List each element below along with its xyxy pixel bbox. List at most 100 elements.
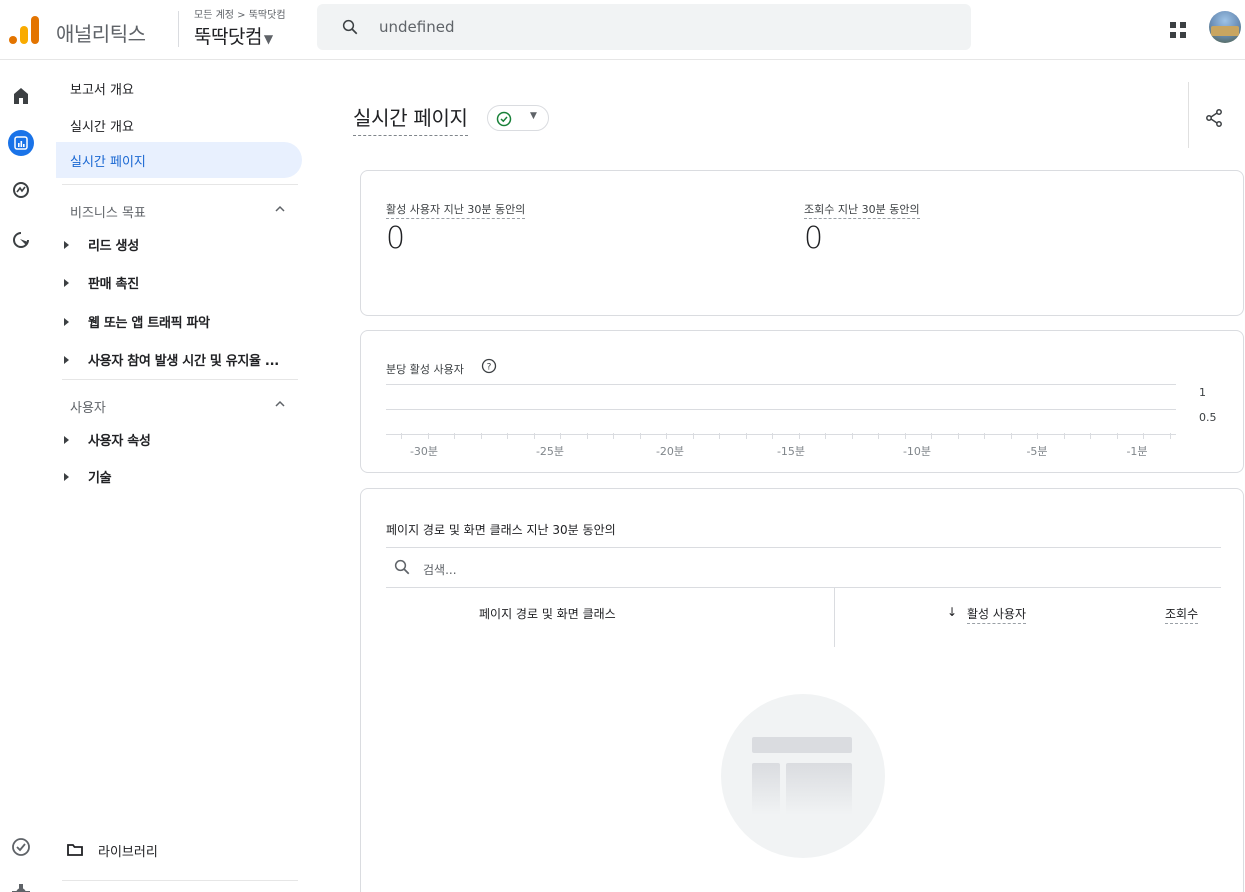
column-header-views[interactable]: 조회수: [1165, 605, 1199, 624]
icon-rail: [0, 60, 42, 892]
chevron-up-icon[interactable]: [274, 203, 286, 215]
x-axis-tick-mark: [560, 433, 561, 439]
account-breadcrumb[interactable]: 모든 계정 > 뚝딱닷컴: [194, 6, 286, 21]
x-axis-tick-mark: [692, 433, 694, 439]
gridline: [386, 409, 1176, 410]
metrics-card: 활성 사용자 지난 30분 동안의 0 조회수 지난 30분 동안의 0: [360, 170, 1244, 316]
settings-icon[interactable]: [8, 880, 34, 892]
section-user[interactable]: 사용자: [70, 397, 106, 416]
chart-title: 분당 활성 사용자: [386, 363, 464, 376]
x-axis-tick-mark: [825, 433, 826, 439]
x-axis-tick-mark: [745, 433, 747, 439]
x-axis-tick-mark: [984, 433, 985, 439]
caret-down-icon: ▼: [263, 32, 273, 46]
explore-icon[interactable]: [8, 177, 34, 203]
table-search-input[interactable]: 검색...: [423, 561, 457, 578]
x-axis-tick-mark: [480, 433, 482, 439]
expand-arrow-icon[interactable]: [64, 318, 69, 326]
search-input[interactable]: undefined: [317, 4, 971, 50]
x-tick-label: -10분: [902, 445, 932, 458]
column-divider: [834, 587, 835, 647]
nav-lead-generation[interactable]: 리드 생성: [88, 235, 139, 254]
nav-tech[interactable]: 기술: [88, 467, 112, 486]
empty-state-illustration: [721, 694, 885, 858]
divider: [1188, 82, 1189, 148]
x-axis-tick-mark: [1063, 433, 1065, 439]
section-business-objectives[interactable]: 비즈니스 목표: [70, 202, 146, 221]
metric-value-views: 0: [804, 221, 824, 256]
metric-label-views[interactable]: 조회수 지난 30분 동안의: [804, 201, 920, 219]
nav-user-attributes[interactable]: 사용자 속성: [88, 430, 151, 449]
nav-realtime-overview[interactable]: 실시간 개요: [70, 116, 134, 135]
svg-text:?: ?: [487, 363, 492, 373]
avatar[interactable]: [1209, 11, 1241, 43]
nav-engagement-retention[interactable]: 사용자 참여 발생 시간 및 유지율 ...: [88, 350, 279, 369]
property-name: 뚝딱닷컴: [194, 26, 262, 48]
x-axis-tick-mark: [533, 433, 535, 439]
reports-icon[interactable]: [8, 130, 34, 156]
expand-arrow-icon[interactable]: [64, 241, 69, 249]
search-text: undefined: [379, 18, 455, 36]
metric-value-active-users: 0: [386, 221, 406, 256]
divider: [386, 547, 1221, 548]
expand-arrow-icon[interactable]: [64, 356, 69, 364]
share-icon[interactable]: [1204, 108, 1224, 128]
check-circle-icon: [496, 111, 512, 127]
metric-label-active-users[interactable]: 활성 사용자 지난 30분 동안의: [386, 201, 526, 219]
baseline: [386, 434, 1176, 435]
x-axis-tick-mark: [401, 433, 402, 439]
chevron-up-icon[interactable]: [274, 398, 286, 410]
nav-traffic[interactable]: 웹 또는 앱 트래픽 파악: [88, 312, 210, 331]
y-tick: 0.5: [1199, 411, 1217, 424]
advertising-icon[interactable]: [8, 227, 34, 253]
nav-realtime-pages[interactable]: 실시간 페이지: [70, 151, 146, 170]
x-axis-tick-mark: [719, 433, 720, 439]
pages-table-card: 페이지 경로 및 화면 클래스 지난 30분 동안의 검색... 페이지 경로 …: [360, 488, 1244, 892]
x-axis-tick-mark: [454, 433, 455, 439]
expand-arrow-icon[interactable]: [64, 436, 69, 444]
y-tick: 1: [1199, 386, 1206, 399]
x-axis-tick-mark: [1116, 433, 1118, 439]
divider: [178, 11, 179, 47]
divider: [62, 184, 298, 185]
admin-check-icon[interactable]: [8, 834, 34, 860]
x-axis-tick-mark: [1143, 433, 1144, 439]
folder-icon: [67, 844, 83, 856]
x-tick-label: -30분: [409, 445, 439, 458]
x-axis-tick-mark: [851, 433, 853, 439]
column-header-active-users[interactable]: 활성 사용자: [967, 605, 1027, 624]
property-selector[interactable]: 뚝딱닷컴 ▼: [194, 22, 273, 49]
x-tick-label: -15분: [776, 445, 806, 458]
x-axis-tick-mark: [1037, 433, 1038, 439]
x-axis-tick-mark: [957, 433, 959, 439]
caret-down-icon: ▼: [530, 111, 537, 121]
nav-reports-overview[interactable]: 보고서 개요: [70, 79, 134, 98]
x-tick-label: -5분: [1026, 445, 1048, 458]
chart-card: 분당 활성 사용자 ? 1 0.5 -30분 -25분 -20분 -15분 -10분 -5…: [360, 330, 1244, 473]
page-title[interactable]: 실시간 페이지: [353, 102, 468, 136]
home-icon[interactable]: [8, 82, 34, 108]
x-axis-tick-mark: [1090, 433, 1091, 439]
expand-arrow-icon[interactable]: [64, 473, 69, 481]
x-tick-label: -25분: [535, 445, 565, 458]
report-nav: 보고서 개요 실시간 개요 실시간 페이지 비즈니스 목표 리드 생성 판매 촉…: [42, 60, 312, 892]
status-dropdown[interactable]: ▼: [487, 105, 549, 131]
app-name: 애널리틱스: [56, 22, 146, 46]
x-tick-label: -20분: [655, 445, 685, 458]
x-axis-tick-mark: [666, 433, 667, 439]
x-axis-tick-mark: [507, 433, 508, 439]
top-bar: 애널리틱스 모든 계정 > 뚝딱닷컴 뚝딱닷컴 ▼ undefined: [0, 0, 1245, 60]
help-icon[interactable]: ?: [481, 358, 497, 374]
analytics-logo-icon[interactable]: [9, 14, 41, 46]
sort-arrow-icon[interactable]: ↓: [947, 605, 957, 619]
x-axis-tick-mark: [931, 433, 932, 439]
x-tick-label: -1분: [1126, 445, 1148, 458]
apps-grid-icon[interactable]: [1170, 22, 1186, 38]
x-axis-tick-mark: [1169, 433, 1171, 439]
expand-arrow-icon[interactable]: [64, 279, 69, 287]
divider: [386, 587, 1221, 588]
nav-drive-sales[interactable]: 판매 촉진: [88, 273, 139, 292]
nav-library[interactable]: 라이브러리: [98, 841, 158, 860]
main-content: 실시간 페이지 ▼ 활성 사용자 지난 30분 동안의 0 조회수 지난 30분…: [312, 60, 1245, 892]
column-header-page-path[interactable]: 페이지 경로 및 화면 클래스: [479, 605, 616, 622]
